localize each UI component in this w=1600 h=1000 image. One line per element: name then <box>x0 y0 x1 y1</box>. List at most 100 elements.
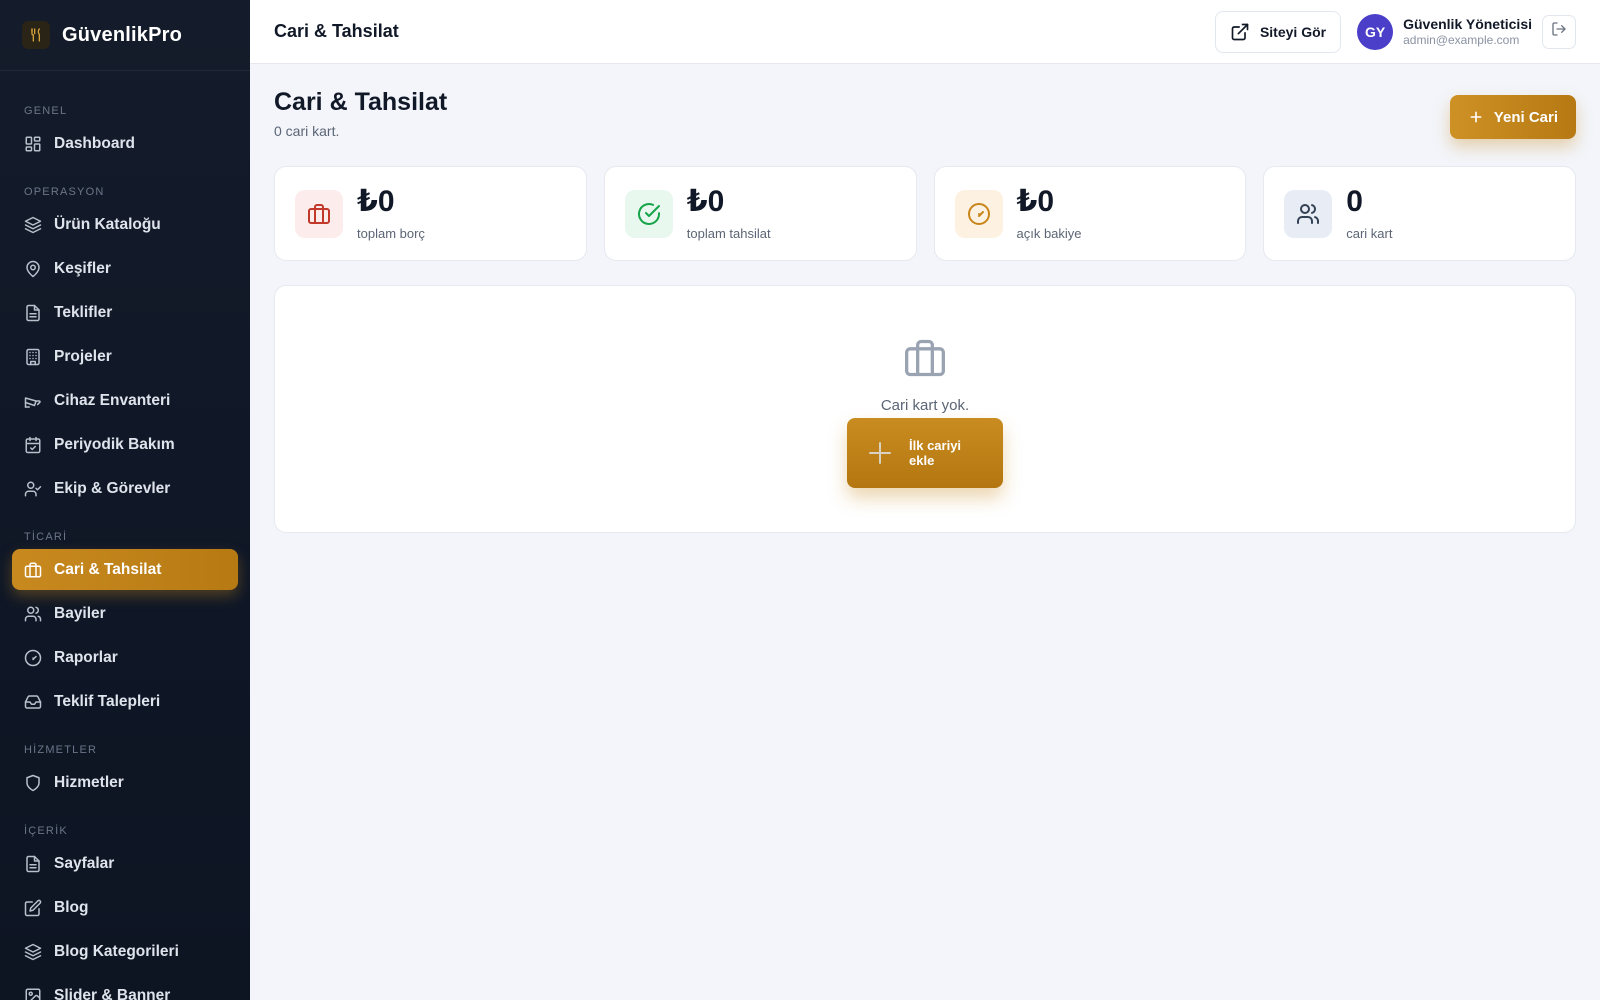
avatar[interactable]: GY <box>1357 13 1394 50</box>
sidebar-item[interactable]: Sayfalar <box>12 843 238 884</box>
sidebar-item-label: Hizmetler <box>54 773 124 791</box>
plus-icon <box>865 438 895 468</box>
check-circle-icon <box>624 189 673 238</box>
sidebar-item-label: Raporlar <box>54 648 118 666</box>
nav-section-title: OPERASYON <box>24 186 105 198</box>
page-subtitle: 0 cari kart. <box>274 123 340 139</box>
sidebar-item[interactable]: Ürün Kataloğu <box>12 204 238 245</box>
sidebar-item-label: Blog <box>54 898 89 916</box>
nav-section-title: TİCARİ <box>24 531 68 543</box>
user-info: Güvenlik Yöneticisi admin@example.com <box>1403 16 1532 47</box>
user-check-icon <box>24 480 42 498</box>
sidebar-item[interactable]: Cihaz Envanteri <box>12 380 238 421</box>
header-title: Cari & Tahsilat <box>274 21 399 41</box>
sidebar-item[interactable]: Teklifler <box>12 292 238 333</box>
stat-value: ₺0 <box>686 184 725 218</box>
briefcase-icon <box>903 336 947 385</box>
stat-card: ₺0 toplam borç <box>274 166 587 261</box>
empty-state-card: Cari kart yok. İlk cariyi ekle <box>274 285 1576 533</box>
shield-icon <box>24 774 42 792</box>
stat-card: ₺0 açık bakiye <box>933 166 1247 261</box>
stat-value: 0 <box>1346 184 1363 218</box>
new-account-label: Yeni Cari <box>1493 108 1558 126</box>
add-first-account-label: İlk cariyi ekle <box>909 438 962 468</box>
sidebar-item[interactable]: Bayiler <box>12 593 238 634</box>
stat-card: ₺0 toplam tahsilat <box>603 166 917 261</box>
gauge-icon <box>24 649 42 667</box>
file-text-icon <box>24 304 42 322</box>
sidebar-item[interactable]: Teklif Talepleri <box>12 681 238 722</box>
sidebar-item[interactable]: Blog Kategorileri <box>12 931 238 972</box>
nav-section-title: HİZMETLER <box>24 744 98 756</box>
brand[interactable]: GüvenlikPro <box>0 0 250 71</box>
users-icon <box>24 605 42 623</box>
utensils-icon <box>22 21 50 49</box>
sidebar-item-label: Cari & Tahsilat <box>54 560 162 578</box>
stat-label: açık bakiye <box>1016 225 1082 241</box>
edit-icon <box>24 899 42 917</box>
sidebar-item-label: Teklif Talepleri <box>54 692 161 710</box>
add-first-account-button[interactable]: İlk cariyi ekle <box>847 418 1003 488</box>
sidebar-item-label: Periyodik Bakım <box>54 435 175 453</box>
stat-label: cari kart <box>1346 225 1393 241</box>
main-content: Cari & Tahsilat 0 cari kart. Yeni Cari ₺… <box>274 64 1576 533</box>
page-header: Cari & Tahsilat 0 cari kart. Yeni Cari <box>274 64 1576 164</box>
nav-section-title: İÇERİK <box>24 825 68 837</box>
view-site-label: Siteyi Gör <box>1259 23 1327 40</box>
new-account-button[interactable]: Yeni Cari <box>1449 95 1576 139</box>
gauge-icon <box>954 189 1003 238</box>
stat-label: toplam borç <box>357 225 425 241</box>
empty-state-text: Cari kart yok. <box>880 397 970 414</box>
plus-icon <box>1468 109 1484 125</box>
image-icon <box>24 987 42 1000</box>
map-pin-icon <box>24 260 42 278</box>
sidebar-item[interactable]: Hizmetler <box>12 762 238 803</box>
file-text-icon <box>24 855 42 873</box>
sidebar: GüvenlikPro GENEL Dashboard OPERASYON Ürün … <box>0 0 250 1000</box>
layers-icon <box>24 943 42 961</box>
layers-icon <box>24 216 42 234</box>
stats-row: ₺0 toplam borç ₺0 toplam tahsilat ₺0 açık bak… <box>274 166 1576 261</box>
logout-icon <box>1551 21 1567 42</box>
sidebar-item-label: Ekip & Görevler <box>54 479 171 497</box>
building-icon <box>24 348 42 366</box>
sidebar-item[interactable]: Dashboard <box>12 123 238 164</box>
briefcase-icon <box>24 561 42 579</box>
sidebar-item[interactable]: Raporlar <box>12 637 238 678</box>
sidebar-item-label: Slider & Banner <box>54 986 171 1000</box>
briefcase-icon <box>295 189 343 238</box>
page-title: Cari & Tahsilat <box>274 88 448 116</box>
top-header: Cari & Tahsilat Siteyi Gör GY Güvenlik Y… <box>250 0 1600 64</box>
sidebar-nav: GENEL Dashboard OPERASYON Ürün Kataloğu Keşi… <box>0 71 250 1000</box>
stat-card: 0 cari kart <box>1263 166 1576 261</box>
header-actions: Siteyi Gör GY Güvenlik Yöneticisi admin@… <box>1214 10 1576 53</box>
sidebar-item[interactable]: Blog <box>12 887 238 928</box>
sidebar-item[interactable]: Keşifler <box>12 248 238 289</box>
sidebar-item-label: Blog Kategorileri <box>54 942 179 960</box>
sidebar-item[interactable]: Slider & Banner <box>12 975 238 1000</box>
stat-value: ₺0 <box>357 184 395 218</box>
users-icon <box>1284 189 1333 238</box>
sidebar-item-label: Sayfalar <box>54 854 115 872</box>
sidebar-item-label: Ürün Kataloğu <box>54 215 161 233</box>
sidebar-item[interactable]: Ekip & Görevler <box>12 468 238 509</box>
stat-value: ₺0 <box>1016 184 1055 218</box>
sidebar-item[interactable]: Projeler <box>12 336 238 377</box>
calendar-check-icon <box>24 436 42 454</box>
view-site-button[interactable]: Siteyi Gör <box>1214 10 1342 53</box>
sidebar-item-label: Teklifler <box>54 303 113 321</box>
sidebar-item-label: Bayiler <box>54 604 106 622</box>
sidebar-item[interactable]: Periyodik Bakım <box>12 424 238 465</box>
cctv-icon <box>24 392 42 410</box>
inbox-icon <box>24 693 42 711</box>
brand-name: GüvenlikPro <box>62 23 183 46</box>
user-email: admin@example.com <box>1403 33 1520 47</box>
sidebar-item[interactable]: Cari & Tahsilat <box>12 549 238 590</box>
grid-icon <box>24 135 42 153</box>
sidebar-item-label: Keşifler <box>54 259 111 277</box>
sidebar-item-label: Projeler <box>54 347 112 365</box>
logout-button[interactable] <box>1542 14 1576 49</box>
sidebar-item-label: Dashboard <box>54 134 135 152</box>
stat-label: toplam tahsilat <box>686 225 771 241</box>
sidebar-item-label: Cihaz Envanteri <box>54 391 171 409</box>
